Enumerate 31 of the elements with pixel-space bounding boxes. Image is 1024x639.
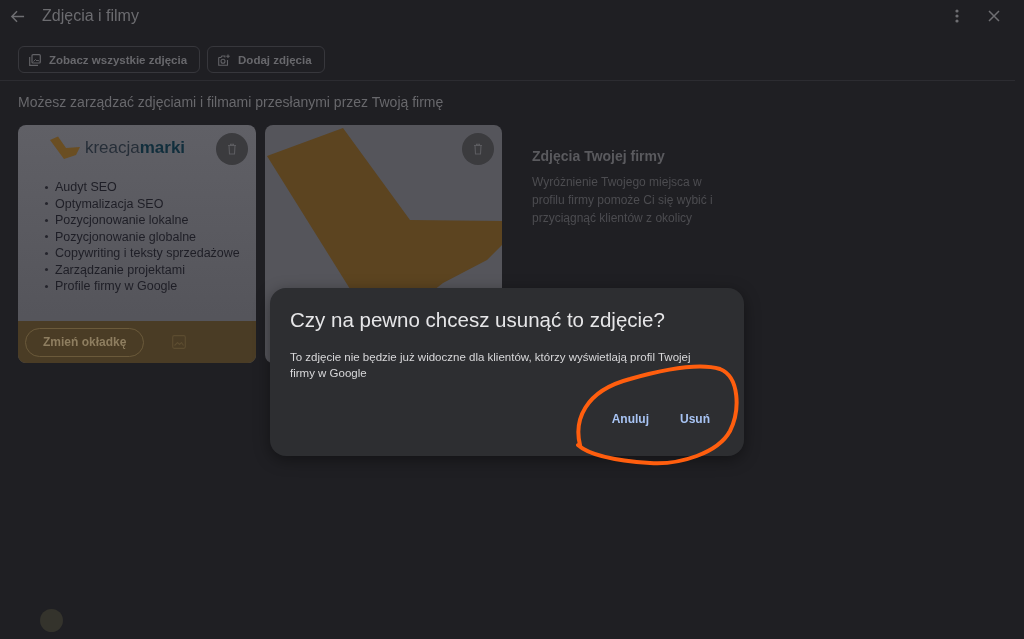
bullet-icon xyxy=(45,218,48,222)
dialog-button[interactable]: Anuluj xyxy=(601,405,659,433)
trash-icon xyxy=(472,143,484,155)
dialog-message: To zdjęcie nie będzie już widoczne dla klientów, którzy wyświetlają profil Twojej firmy w Google xyxy=(290,350,692,381)
dialog-title: Czy na pewno chcesz usunąć to zdjęcie? xyxy=(290,308,666,332)
bullet-icon xyxy=(45,251,48,255)
service-item: Pozycjonowanie lokalne xyxy=(55,213,189,228)
bullet-icon xyxy=(45,268,48,272)
service-item: Optymalizacja SEO xyxy=(55,196,164,211)
bullet-icon xyxy=(45,284,48,288)
action-button[interactable]: Dodaj zdjęcia xyxy=(207,46,325,73)
service-item: Audyt SEO xyxy=(55,180,117,195)
more-options-icon[interactable] xyxy=(955,9,959,23)
back-arrow-icon[interactable] xyxy=(10,8,25,24)
dialog-button[interactable]: Usuń xyxy=(670,405,720,433)
delete-photo-button[interactable] xyxy=(216,133,248,165)
info-title: Zdjęcia Twojej firmy xyxy=(532,147,666,165)
bullet-icon xyxy=(45,235,48,239)
bullet-icon xyxy=(45,185,48,189)
service-item: Zarządzanie projektami xyxy=(55,262,185,277)
chevron-logo-icon xyxy=(48,136,81,160)
logo-text: kreacjamarki xyxy=(84,138,186,158)
camera-plus-icon xyxy=(218,53,231,66)
photo-stack-icon xyxy=(29,53,41,66)
action-button[interactable]: Zobacz wszystkie zdjęcia xyxy=(18,46,201,73)
page-title: Zdjęcia i filmy xyxy=(42,7,139,25)
trash-icon xyxy=(226,143,238,155)
page-description: Możesz zarządzać zdjęciami i filmami przesłanymi przez Twoją firmę xyxy=(18,94,444,110)
close-icon[interactable] xyxy=(988,10,1000,22)
bullet-icon xyxy=(45,202,48,206)
service-item: Pozycjonowanie globalne xyxy=(55,229,197,244)
